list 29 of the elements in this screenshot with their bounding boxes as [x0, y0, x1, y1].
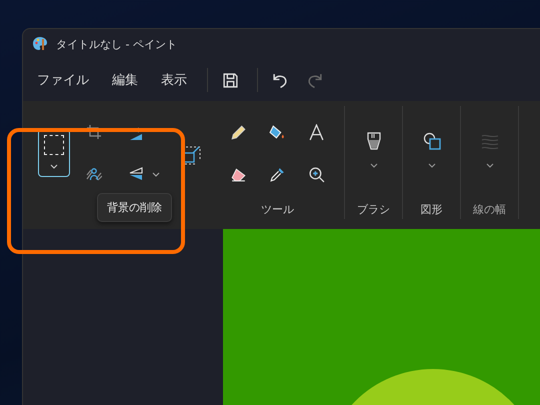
tooltip: 背景の削除 [97, 193, 172, 222]
group-label: ブラシ [357, 202, 390, 218]
selection-button[interactable] [38, 129, 70, 177]
caret-icon[interactable] [486, 163, 494, 168]
group-label: ツール [261, 202, 294, 218]
eyedropper-icon[interactable] [269, 166, 286, 183]
text-tool-icon[interactable] [308, 124, 325, 141]
menu-item[interactable]: 編集 [103, 65, 147, 95]
undo-icon[interactable] [272, 72, 289, 88]
shapes-icon[interactable] [422, 131, 440, 151]
brush-icon[interactable] [364, 131, 382, 151]
menu-item[interactable]: 表示 [152, 65, 196, 95]
zoom-icon[interactable] [308, 166, 325, 183]
caret-icon[interactable] [370, 163, 378, 168]
paint-bucket-icon[interactable] [269, 124, 286, 141]
person-icon[interactable] [86, 166, 102, 182]
group-label: 図形 [420, 202, 442, 218]
caret-icon[interactable] [50, 164, 58, 169]
caret-icon[interactable] [152, 172, 160, 177]
palette-icon [32, 36, 48, 52]
eraser-icon[interactable] [230, 166, 247, 183]
flip-icon[interactable] [128, 166, 144, 182]
crop-icon[interactable] [86, 124, 102, 140]
group-label: 線の幅 [473, 202, 506, 218]
menu-item[interactable]: ファイル [28, 65, 98, 95]
pencil-icon[interactable] [230, 124, 247, 141]
save-icon[interactable] [222, 72, 239, 88]
window-title: タイトルなし - ペイント [56, 36, 177, 52]
caret-icon[interactable] [428, 163, 436, 168]
